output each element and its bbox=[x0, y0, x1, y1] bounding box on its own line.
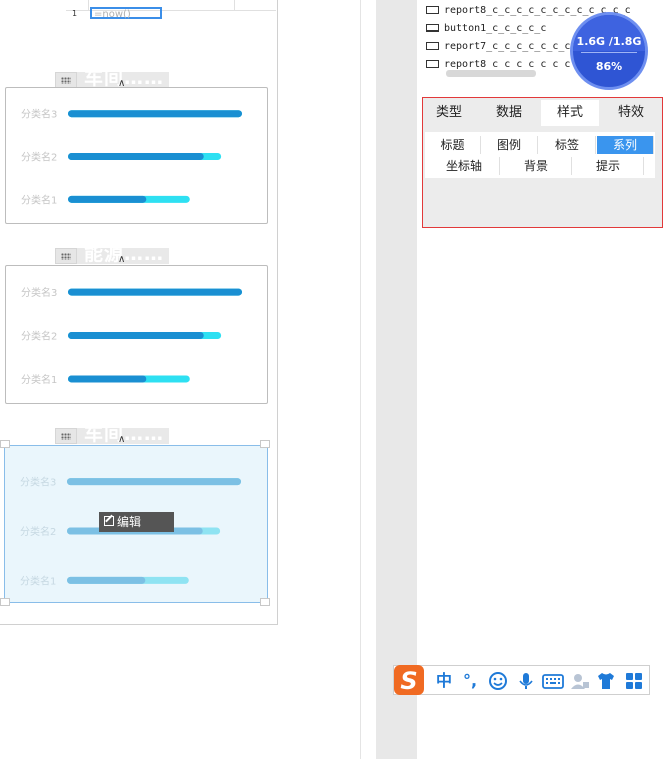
memory-usage-text: 1.6G /1.8G bbox=[576, 35, 642, 48]
category-label: 分类名1 bbox=[21, 373, 57, 386]
bar-series-1 bbox=[68, 153, 204, 160]
keyboard-icon[interactable] bbox=[542, 671, 564, 691]
punctuation-toggle[interactable]: °, bbox=[460, 671, 480, 691]
collapse-caret-icon[interactable]: ∧ bbox=[118, 434, 125, 445]
bar-series-1 bbox=[67, 478, 241, 486]
edit-button-label: 编辑 bbox=[117, 515, 142, 529]
drag-handle-icon[interactable] bbox=[55, 248, 77, 264]
properties-panel[interactable]: 类型 数据 样式 特效 标题 图例 标签 系列 坐标轴 背景 提示 bbox=[422, 97, 663, 228]
subtab-series[interactable]: 系列 bbox=[597, 136, 654, 154]
category-label: 分类名2 bbox=[21, 330, 57, 343]
horizontal-scrollbar[interactable] bbox=[446, 70, 536, 77]
tab-data[interactable]: 数据 bbox=[483, 100, 535, 126]
drag-handle-icon[interactable] bbox=[55, 72, 77, 88]
design-canvas[interactable]: 1 =now() 车间…… ∧ 分类名3 分类名2 分类名1 能源…… ∧ 分类名3… bbox=[0, 0, 278, 625]
side-strip bbox=[376, 0, 417, 759]
subtab-axis[interactable]: 坐标轴 bbox=[429, 157, 500, 175]
report-icon bbox=[426, 42, 439, 50]
resize-handle[interactable] bbox=[0, 440, 10, 448]
category-label: 分类名3 bbox=[21, 108, 57, 121]
resize-handle[interactable] bbox=[0, 598, 10, 606]
mic-icon[interactable] bbox=[516, 671, 536, 691]
user-icon[interactable] bbox=[570, 671, 590, 691]
report-icon bbox=[426, 6, 439, 14]
chart-widget[interactable]: 分类名3 分类名2 分类名1 bbox=[5, 265, 268, 404]
chart-widget[interactable]: 分类名3 分类名2 分类名1 bbox=[5, 87, 268, 224]
button-icon bbox=[426, 24, 439, 32]
row-number: 1 bbox=[72, 9, 78, 18]
svg-text:S: S bbox=[400, 667, 417, 695]
category-label: 分类名3 bbox=[20, 476, 56, 489]
ime-toolbar[interactable]: S 中 °, bbox=[393, 665, 650, 695]
mini-spreadsheet[interactable]: 1 =now() bbox=[66, 0, 276, 20]
subtab-tooltip[interactable]: 提示 bbox=[573, 157, 644, 175]
formula-cell[interactable]: =now() bbox=[90, 7, 162, 20]
bar-chart: 分类名3 分类名2 分类名1 bbox=[21, 108, 242, 206]
widget-list-item[interactable]: button1_c_c_c_c_c bbox=[426, 21, 546, 37]
emoji-icon[interactable] bbox=[488, 671, 508, 691]
bar-chart: 分类名3 分类名2 分类名1 bbox=[21, 286, 242, 386]
tab-style[interactable]: 样式 bbox=[541, 100, 599, 126]
subtab-background[interactable]: 背景 bbox=[501, 157, 572, 175]
report-icon bbox=[426, 60, 439, 68]
category-label: 分类名1 bbox=[20, 574, 56, 587]
shirt-icon[interactable] bbox=[596, 671, 616, 691]
category-label: 分类名2 bbox=[21, 151, 57, 164]
style-subpanel: 标题 图例 标签 系列 坐标轴 背景 提示 bbox=[423, 128, 662, 227]
resize-handle[interactable] bbox=[260, 440, 270, 448]
tab-effects[interactable]: 特效 bbox=[603, 100, 659, 126]
divider bbox=[360, 0, 361, 759]
subtab-legend[interactable]: 图例 bbox=[481, 136, 538, 154]
resize-handle[interactable] bbox=[260, 598, 270, 606]
bar-series-1 bbox=[67, 576, 146, 584]
subtab-label[interactable]: 标签 bbox=[539, 136, 596, 154]
collapse-caret-icon[interactable]: ∧ bbox=[118, 254, 125, 265]
bar-series-1 bbox=[68, 110, 242, 118]
widget-list-item[interactable]: report7_c_c_c_c_c_c_c bbox=[426, 39, 570, 55]
category-label: 分类名3 bbox=[21, 286, 57, 299]
tab-type[interactable]: 类型 bbox=[425, 100, 473, 126]
memory-percent-text: 86% bbox=[595, 60, 623, 73]
category-label: 分类名2 bbox=[20, 525, 56, 538]
drag-handle-icon[interactable] bbox=[55, 428, 77, 444]
bar-series-1 bbox=[68, 332, 204, 339]
bar-series-1 bbox=[68, 375, 147, 383]
subtab-title[interactable]: 标题 bbox=[425, 136, 481, 154]
lang-toggle[interactable]: 中 bbox=[434, 671, 454, 691]
category-label: 分类名1 bbox=[21, 193, 57, 206]
grid-icon[interactable] bbox=[624, 671, 644, 691]
edit-button[interactable]: 编辑 bbox=[99, 512, 174, 532]
memory-usage-badge[interactable]: 1.6G /1.8G 86% bbox=[570, 12, 648, 90]
bar-series-1 bbox=[68, 195, 147, 203]
edit-icon bbox=[104, 516, 114, 526]
sogou-logo-icon: S bbox=[394, 665, 424, 695]
bar-series-1 bbox=[68, 288, 242, 296]
